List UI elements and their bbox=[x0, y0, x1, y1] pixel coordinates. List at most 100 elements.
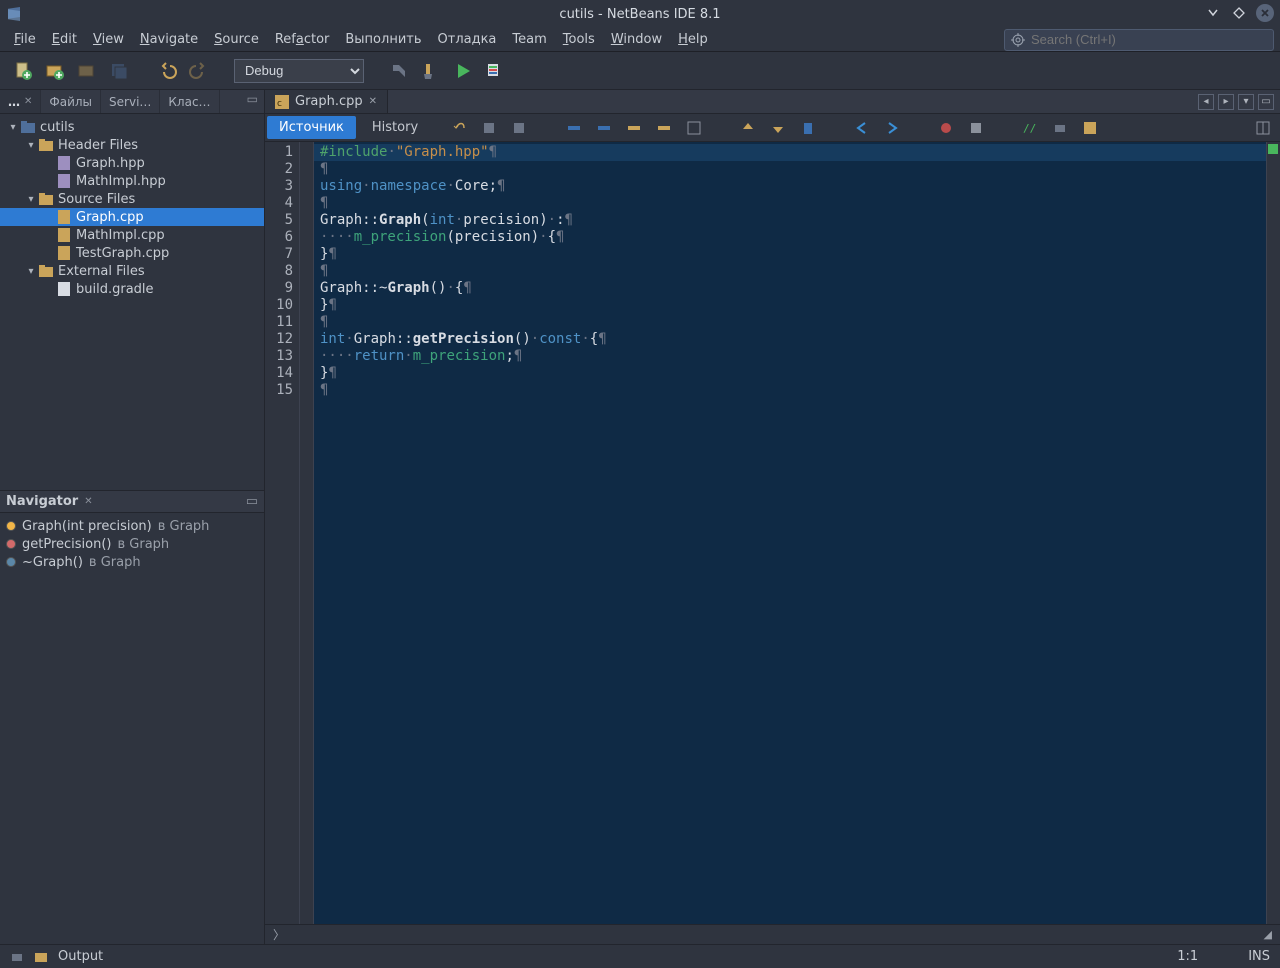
tree-item[interactable]: ▾External Files bbox=[0, 262, 264, 280]
main-toolbar: Debug bbox=[0, 52, 1280, 90]
global-search[interactable] bbox=[1004, 29, 1274, 51]
navigator-item[interactable]: Graph(int precision) в Graph bbox=[6, 517, 258, 535]
editor-next-tab-icon[interactable]: ▸ bbox=[1218, 94, 1234, 110]
tree-item[interactable]: Graph.cpp bbox=[0, 208, 264, 226]
menu-help[interactable]: Help bbox=[670, 30, 716, 49]
notifications-icon[interactable] bbox=[10, 950, 24, 964]
fold-gutter[interactable] bbox=[300, 142, 314, 924]
projects-tree[interactable]: ▾cutils▾Header FilesGraph.hppMathImpl.hp… bbox=[0, 114, 264, 302]
projects-panel: … ✕ФайлыServi…Клас… ▭ ▾cutils▾Header Fil… bbox=[0, 90, 264, 490]
find-selection-next-icon[interactable] bbox=[594, 118, 614, 138]
error-stripe[interactable] bbox=[1266, 142, 1280, 924]
new-file-button[interactable] bbox=[10, 58, 36, 84]
output-icon[interactable] bbox=[34, 950, 48, 964]
clean-build-button[interactable] bbox=[418, 58, 444, 84]
shift-line-up-icon[interactable] bbox=[738, 118, 758, 138]
go-to-header-icon[interactable] bbox=[1080, 118, 1100, 138]
undo-button[interactable] bbox=[154, 58, 180, 84]
menu-file[interactable]: File bbox=[6, 30, 44, 49]
window-maximize-icon[interactable] bbox=[1230, 4, 1248, 22]
editor-maximize-icon[interactable]: ▭ bbox=[1258, 94, 1274, 110]
menu-refactor[interactable]: Refactor bbox=[267, 30, 338, 49]
editor-tabstrip: c Graph.cpp ✕ ◂ ▸ ▾ ▭ bbox=[265, 90, 1280, 114]
projects-tab-3[interactable]: Клас… bbox=[160, 90, 219, 113]
breadcrumb-expand-icon[interactable]: 〉 bbox=[273, 926, 285, 943]
menu-window[interactable]: Window bbox=[603, 30, 670, 49]
menu-team[interactable]: Team bbox=[504, 30, 554, 49]
navigator-close-icon[interactable]: ✕ bbox=[84, 496, 92, 507]
menu-tools[interactable]: Tools bbox=[555, 30, 603, 49]
menu-edit[interactable]: Edit bbox=[44, 30, 85, 49]
navigator-title: Navigator bbox=[6, 494, 78, 509]
bookmark-icon[interactable] bbox=[798, 118, 818, 138]
tree-item[interactable]: ▾cutils bbox=[0, 118, 264, 136]
run-config-select[interactable]: Debug bbox=[234, 59, 364, 83]
navigator-item[interactable]: getPrecision() в Graph bbox=[6, 535, 258, 553]
tree-item[interactable]: ▾Source Files bbox=[0, 190, 264, 208]
shift-line-down-icon[interactable] bbox=[768, 118, 788, 138]
app-icon bbox=[6, 6, 22, 22]
editor-area: c Graph.cpp ✕ ◂ ▸ ▾ ▭ Источник History bbox=[265, 90, 1280, 944]
search-target-icon bbox=[1011, 33, 1025, 47]
tree-item[interactable]: ▾Header Files bbox=[0, 136, 264, 154]
code-content[interactable]: #include·"Graph.hpp"¶¶using·namespace·Co… bbox=[314, 142, 1266, 924]
navigator-minimize-icon[interactable]: ▭ bbox=[246, 494, 258, 509]
editor-tab-graph-cpp[interactable]: c Graph.cpp ✕ bbox=[265, 90, 388, 113]
status-ok-icon bbox=[1268, 144, 1278, 154]
find-selection-prev-icon[interactable] bbox=[564, 118, 584, 138]
editor-history-tab[interactable]: History bbox=[360, 116, 430, 139]
last-edit-icon[interactable] bbox=[450, 118, 470, 138]
uncomment-lines-icon[interactable] bbox=[1050, 118, 1070, 138]
svg-text://: // bbox=[1023, 122, 1036, 135]
new-project-button[interactable] bbox=[42, 58, 68, 84]
editor-split-icon[interactable] bbox=[1256, 121, 1280, 135]
window-minimize-icon[interactable] bbox=[1204, 4, 1222, 22]
toggle-highlight-icon[interactable] bbox=[624, 118, 644, 138]
editor-source-tab[interactable]: Источник bbox=[267, 116, 356, 139]
editor-tab-list-icon[interactable]: ▾ bbox=[1238, 94, 1254, 110]
tree-item[interactable]: MathImpl.hpp bbox=[0, 172, 264, 190]
tree-item[interactable]: TestGraph.cpp bbox=[0, 244, 264, 262]
status-bar: Output 1:1 INS bbox=[0, 944, 1280, 968]
code-editor[interactable]: 123456789101112131415 #include·"Graph.hp… bbox=[265, 142, 1280, 924]
tree-item[interactable]: build.gradle bbox=[0, 280, 264, 298]
projects-tab-1[interactable]: Файлы bbox=[41, 90, 101, 113]
line-number-gutter: 123456789101112131415 bbox=[265, 142, 300, 924]
open-project-button[interactable] bbox=[74, 58, 100, 84]
menu-отладка[interactable]: Отладка bbox=[430, 30, 505, 49]
output-label[interactable]: Output bbox=[58, 949, 103, 964]
menu-bar: FileEditViewNavigateSourceRefactorВыполн… bbox=[0, 28, 1280, 52]
menu-navigate[interactable]: Navigate bbox=[132, 30, 206, 49]
nav-back-icon[interactable] bbox=[852, 118, 872, 138]
debug-button[interactable] bbox=[482, 58, 508, 84]
redo-button[interactable] bbox=[186, 58, 212, 84]
projects-tab-0[interactable]: … ✕ bbox=[0, 90, 41, 113]
cpp-file-icon: c bbox=[275, 95, 289, 109]
save-all-button[interactable] bbox=[106, 58, 132, 84]
diff-next-icon[interactable] bbox=[510, 118, 530, 138]
search-input[interactable] bbox=[1031, 32, 1267, 47]
build-button[interactable] bbox=[386, 58, 412, 84]
panel-minimize-icon[interactable]: ▭ bbox=[241, 90, 264, 113]
toggle-comment-icon[interactable] bbox=[684, 118, 704, 138]
editor-tab-close-icon[interactable]: ✕ bbox=[369, 96, 377, 107]
menu-source[interactable]: Source bbox=[206, 30, 267, 49]
svg-text:c: c bbox=[277, 99, 282, 109]
run-button[interactable] bbox=[450, 58, 476, 84]
window-close-icon[interactable] bbox=[1256, 4, 1274, 22]
menu-выполнить[interactable]: Выполнить bbox=[337, 30, 429, 49]
macro-stop-icon[interactable] bbox=[966, 118, 986, 138]
nav-forward-icon[interactable] bbox=[882, 118, 902, 138]
editor-breadcrumb: 〉 ◢ bbox=[265, 924, 1280, 944]
diff-prev-icon[interactable] bbox=[480, 118, 500, 138]
macro-record-icon[interactable] bbox=[936, 118, 956, 138]
comment-lines-icon[interactable]: // bbox=[1020, 118, 1040, 138]
tree-item[interactable]: Graph.hpp bbox=[0, 154, 264, 172]
tree-item[interactable]: MathImpl.cpp bbox=[0, 226, 264, 244]
scroll-grip-icon[interactable]: ◢ bbox=[1264, 928, 1272, 941]
editor-prev-tab-icon[interactable]: ◂ bbox=[1198, 94, 1214, 110]
projects-tab-2[interactable]: Servi… bbox=[101, 90, 160, 113]
toggle-rectangular-icon[interactable] bbox=[654, 118, 674, 138]
menu-view[interactable]: View bbox=[85, 30, 132, 49]
navigator-item[interactable]: ~Graph() в Graph bbox=[6, 553, 258, 571]
